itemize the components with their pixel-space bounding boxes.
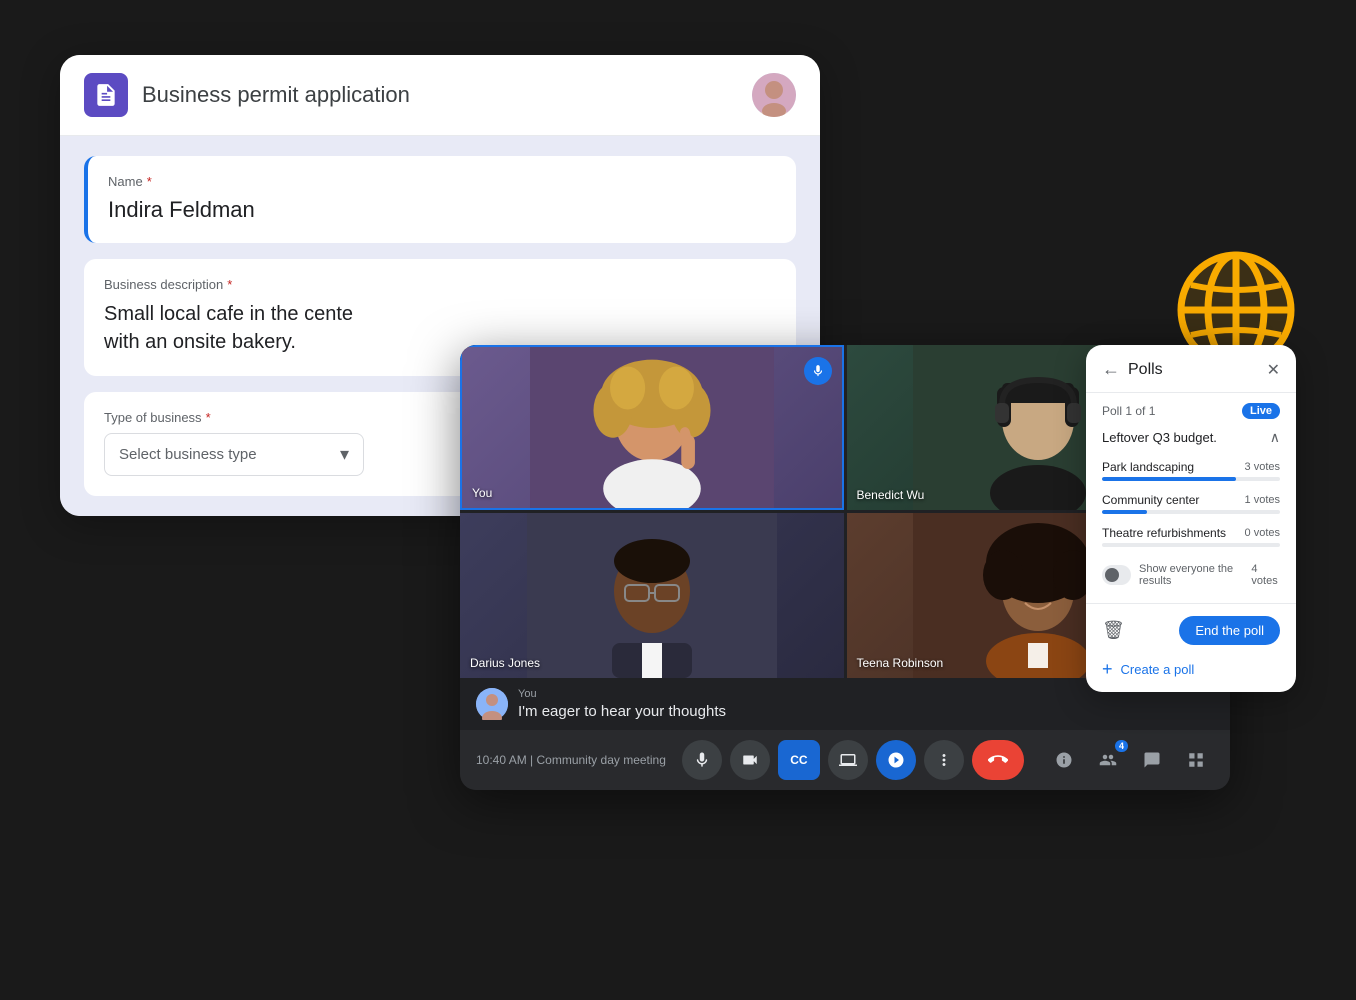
- show-results-row[interactable]: Show everyone the results 4 votes: [1086, 555, 1296, 595]
- polls-header: ← Polls ✕: [1086, 345, 1296, 393]
- business-type-select[interactable]: Select business type ▾: [104, 433, 364, 476]
- mic-active-icon: [804, 357, 832, 385]
- poll-bar-fill-1: [1102, 477, 1236, 481]
- show-results-votes: 4 votes: [1251, 563, 1280, 587]
- poll-bar-track-3: [1102, 543, 1280, 547]
- toggle-knob: [1105, 568, 1119, 582]
- form-title: Business permit application: [142, 82, 752, 108]
- video-controls-bar: 10:40 AM | Community day meeting CC: [460, 730, 1230, 790]
- chevron-down-icon: ▾: [340, 444, 349, 465]
- poll-option-label-2: Community center: [1102, 493, 1199, 507]
- poll-bar-fill-2: [1102, 510, 1147, 514]
- required-indicator-3: *: [206, 410, 211, 425]
- chevron-up-icon: ∧: [1270, 429, 1280, 446]
- poll-option-votes-2: 1 votes: [1245, 494, 1280, 506]
- video-tile-you: You: [460, 345, 844, 510]
- poll-option-votes-3: 0 votes: [1245, 527, 1280, 539]
- business-description-label: Business description *: [104, 277, 776, 292]
- polls-divider: [1086, 603, 1296, 604]
- show-results-label: Show everyone the results: [1139, 563, 1243, 587]
- activities-button[interactable]: [876, 740, 916, 780]
- poll-counter: Poll 1 of 1: [1102, 404, 1155, 418]
- plus-icon: +: [1102, 659, 1113, 680]
- name-label: Name *: [108, 174, 776, 189]
- chat-avatar: [476, 688, 508, 720]
- form-avatar: [752, 73, 796, 117]
- polls-title: Polls: [1128, 361, 1259, 379]
- delete-poll-icon[interactable]: 🗑: [1102, 620, 1125, 641]
- required-indicator-2: *: [227, 277, 232, 292]
- video-name-teena: Teena Robinson: [857, 656, 944, 670]
- show-results-toggle[interactable]: [1102, 565, 1131, 585]
- chat-content: You I'm eager to hear your thoughts: [518, 688, 1214, 720]
- camera-button[interactable]: [730, 740, 770, 780]
- right-controls: 4: [1046, 742, 1214, 778]
- form-header: Business permit application: [60, 55, 820, 136]
- poll-option-2: Community center 1 votes: [1086, 489, 1296, 518]
- video-tile-darius: Darius Jones: [460, 513, 844, 678]
- poll-option-label-3: Theatre refurbishments: [1102, 526, 1226, 540]
- poll-option-votes-1: 3 votes: [1245, 461, 1280, 473]
- required-indicator: *: [147, 174, 152, 189]
- polls-back-icon[interactable]: ←: [1102, 359, 1120, 380]
- info-button[interactable]: [1046, 742, 1082, 778]
- cc-button[interactable]: CC: [778, 740, 820, 780]
- polls-panel: ← Polls ✕ Poll 1 of 1 Live Leftover Q3 b…: [1086, 345, 1296, 692]
- video-name-benedict: Benedict Wu: [857, 488, 925, 502]
- name-field[interactable]: Name * Indira Feldman: [84, 156, 796, 243]
- chat-button[interactable]: [1134, 742, 1170, 778]
- meeting-time-info: 10:40 AM | Community day meeting: [476, 753, 666, 767]
- chat-message: I'm eager to hear your thoughts: [518, 703, 1214, 720]
- mic-button[interactable]: [682, 740, 722, 780]
- video-name-you: You: [472, 486, 492, 500]
- select-placeholder: Select business type: [119, 446, 257, 463]
- name-value[interactable]: Indira Feldman: [108, 197, 776, 223]
- poll-option-label-1: Park landscaping: [1102, 460, 1194, 474]
- people-button[interactable]: 4: [1090, 742, 1126, 778]
- grid-button[interactable]: [1178, 742, 1214, 778]
- poll-bar-track-2: [1102, 510, 1280, 514]
- more-options-button[interactable]: [924, 740, 964, 780]
- poll-option-3: Theatre refurbishments 0 votes: [1086, 522, 1296, 551]
- poll-counter-row: Poll 1 of 1 Live: [1086, 393, 1296, 425]
- poll-option-1: Park landscaping 3 votes: [1086, 456, 1296, 485]
- poll-bar-track-1: [1102, 477, 1280, 481]
- form-icon: [84, 73, 128, 117]
- create-poll-label: Create a poll: [1121, 662, 1195, 677]
- live-badge: Live: [1242, 403, 1280, 419]
- create-poll-row[interactable]: + Create a poll: [1086, 649, 1296, 680]
- end-call-button[interactable]: [972, 740, 1024, 780]
- video-name-darius: Darius Jones: [470, 656, 540, 670]
- end-poll-button[interactable]: End the poll: [1179, 616, 1280, 645]
- polls-actions: 🗑 End the poll: [1086, 612, 1296, 649]
- people-count-badge: 4: [1115, 740, 1128, 752]
- polls-close-icon[interactable]: ✕: [1267, 360, 1280, 380]
- present-button[interactable]: [828, 740, 868, 780]
- poll-question: Leftover Q3 budget. ∧: [1086, 425, 1296, 456]
